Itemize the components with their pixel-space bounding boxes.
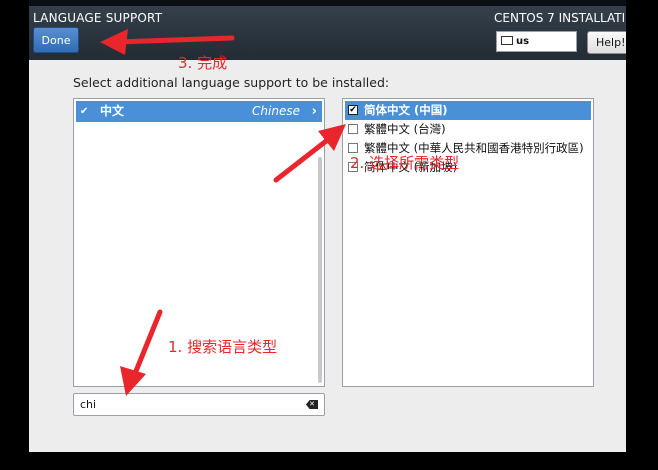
arrow-step1 — [131, 309, 163, 379]
arrow-step1-head — [120, 366, 146, 396]
annotation-arrows — [100, 29, 346, 396]
annotation-step3: 3. 完成 — [178, 54, 228, 72]
annotation-step2: 2. 选择所需类型 — [350, 154, 460, 172]
arrow-step3 — [115, 35, 235, 45]
arrow-step2 — [273, 135, 333, 183]
arrow-step3-head — [100, 29, 128, 55]
annotation-step1: 1. 搜索语言类型 — [168, 338, 278, 356]
